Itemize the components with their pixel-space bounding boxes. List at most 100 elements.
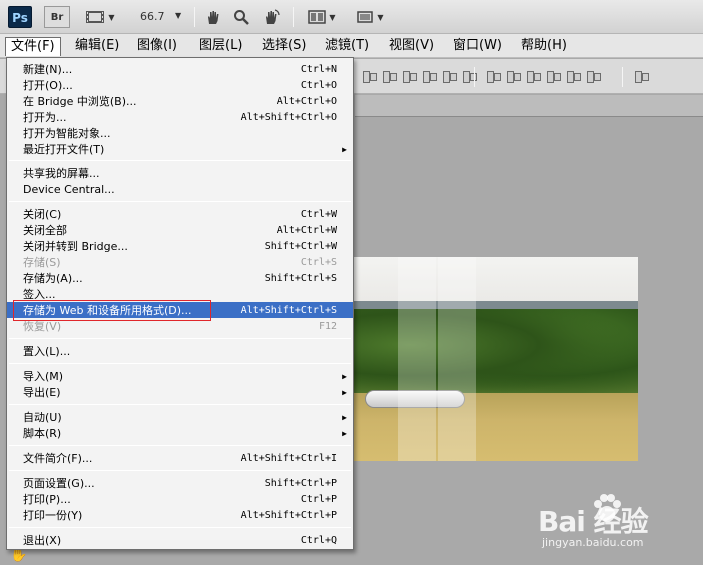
auto-align-group bbox=[634, 68, 649, 84]
menu-item-scripts[interactable]: 脚本(R) ▶ bbox=[7, 425, 353, 441]
menu-divider bbox=[9, 527, 351, 528]
menu-item-label: 打开为... bbox=[23, 111, 67, 124]
menu-window[interactable]: 窗口(W) bbox=[448, 37, 507, 56]
menu-item-print[interactable]: 打印(P)... Ctrl+P bbox=[7, 491, 353, 507]
menu-item-label: 置入(L)... bbox=[23, 345, 71, 358]
menu-item-print-one-copy[interactable]: 打印一份(Y) Alt+Shift+Ctrl+P bbox=[7, 507, 353, 523]
submenu-arrow-icon: ▶ bbox=[342, 371, 347, 381]
separator bbox=[194, 7, 195, 27]
menu-divider bbox=[9, 470, 351, 471]
menu-item-label: 恢复(V) bbox=[23, 320, 62, 333]
menu-item-label: 导入(M) bbox=[23, 370, 64, 383]
menu-item-shortcut: Alt+Shift+Ctrl+O bbox=[240, 111, 337, 123]
distribute-left-icon[interactable] bbox=[546, 68, 561, 84]
menu-divider bbox=[9, 445, 351, 446]
distribute-top-icon[interactable] bbox=[486, 68, 501, 84]
menu-item-label: 自动(U) bbox=[23, 411, 62, 424]
menu-item-label: 打印(P)... bbox=[23, 493, 71, 506]
menu-item-close-all[interactable]: 关闭全部 Alt+Ctrl+W bbox=[7, 222, 353, 238]
menu-item-label: 关闭全部 bbox=[23, 224, 67, 237]
align-vertical-center-icon[interactable] bbox=[382, 68, 397, 84]
menu-item-open-recent[interactable]: 最近打开文件(T) ▶ bbox=[7, 141, 353, 157]
distribute-right-icon[interactable] bbox=[586, 68, 601, 84]
align-top-icon[interactable] bbox=[362, 68, 377, 84]
distribute-group bbox=[486, 68, 601, 84]
zoom-level[interactable]: 66.7 bbox=[140, 10, 165, 23]
align-horizontal-center-icon[interactable] bbox=[442, 68, 457, 84]
menu-item-revert[interactable]: 恢复(V) F12 bbox=[7, 318, 353, 334]
menu-item-label: 文件简介(F)... bbox=[23, 452, 93, 465]
menu-item-open[interactable]: 打开(O)... Ctrl+O bbox=[7, 77, 353, 93]
menu-image[interactable]: 图像(I) bbox=[132, 37, 182, 56]
menu-item-label: 存储为 Web 和设备所用格式(D)... bbox=[23, 304, 192, 317]
menu-layer[interactable]: 图层(L) bbox=[194, 37, 247, 56]
canvas-image[interactable] bbox=[353, 257, 638, 461]
screen-mode-button[interactable]: ▼ bbox=[350, 6, 390, 28]
rotate-view-button[interactable] bbox=[258, 6, 284, 28]
menu-item-save[interactable]: 存储(S) Ctrl+S bbox=[7, 254, 353, 270]
distribute-vertical-center-icon[interactable] bbox=[506, 68, 521, 84]
distribute-horizontal-center-icon[interactable] bbox=[566, 68, 581, 84]
separator bbox=[622, 67, 623, 87]
separator bbox=[474, 67, 475, 87]
menu-item-device-central[interactable]: Device Central... bbox=[7, 181, 353, 197]
menu-item-exit[interactable]: 退出(X) Ctrl+Q bbox=[7, 532, 353, 548]
file-menu-dropdown: 新建(N)... Ctrl+N 打开(O)... Ctrl+O 在 Bridge 中… bbox=[6, 57, 354, 550]
chevron-down-icon[interactable]: ▼ bbox=[175, 11, 181, 20]
menu-select[interactable]: 选择(S) bbox=[257, 37, 311, 56]
menu-item-shortcut: Ctrl+O bbox=[300, 79, 337, 91]
guide-stripe bbox=[438, 257, 476, 461]
menu-item-shortcut: Shift+Ctrl+P bbox=[264, 477, 337, 489]
menu-item-page-setup[interactable]: 页面设置(G)... Shift+Ctrl+P bbox=[7, 475, 353, 491]
auto-align-layers-icon[interactable] bbox=[634, 68, 649, 84]
menu-item-shortcut: Alt+Shift+Ctrl+I bbox=[240, 452, 337, 464]
photoshop-logo[interactable]: Ps bbox=[8, 6, 32, 28]
menu-item-share-screen[interactable]: 共享我的屏幕... bbox=[7, 165, 353, 181]
menu-help[interactable]: 帮助(H) bbox=[516, 37, 572, 56]
zoom-tool-button[interactable] bbox=[230, 6, 252, 28]
menu-item-close[interactable]: 关闭(C) Ctrl+W bbox=[7, 206, 353, 222]
hand-icon bbox=[208, 11, 219, 24]
menu-item-label: 签入... bbox=[23, 288, 56, 301]
align-bottom-icon[interactable] bbox=[402, 68, 417, 84]
menu-item-automate[interactable]: 自动(U) ▶ bbox=[7, 409, 353, 425]
menu-item-import[interactable]: 导入(M) ▶ bbox=[7, 368, 353, 384]
submenu-arrow-icon: ▶ bbox=[342, 387, 347, 397]
view-extras-button[interactable]: ▼ bbox=[80, 6, 120, 28]
menu-item-shortcut: Ctrl+P bbox=[300, 493, 337, 505]
menu-item-shortcut: Shift+Ctrl+W bbox=[264, 240, 337, 252]
menu-item-save-as[interactable]: 存储为(A)... Shift+Ctrl+S bbox=[7, 270, 353, 286]
bridge-button[interactable]: Br bbox=[44, 6, 70, 28]
hand-tool-button[interactable] bbox=[202, 6, 224, 28]
menu-item-check-in[interactable]: 签入... bbox=[7, 286, 353, 302]
menu-item-export[interactable]: 导出(E) ▶ bbox=[7, 384, 353, 400]
menu-item-label: 存储(S) bbox=[23, 256, 61, 269]
menu-filter[interactable]: 滤镜(T) bbox=[320, 37, 374, 56]
menu-item-new[interactable]: 新建(N)... Ctrl+N bbox=[7, 61, 353, 77]
menu-divider bbox=[9, 338, 351, 339]
menu-item-open-as-smart-object[interactable]: 打开为智能对象... bbox=[7, 125, 353, 141]
menu-file[interactable]: 文件(F) bbox=[5, 37, 61, 56]
submenu-arrow-icon: ▶ bbox=[342, 144, 347, 154]
chevron-down-icon: ▼ bbox=[377, 12, 384, 22]
align-group bbox=[362, 68, 477, 84]
menu-item-label: 脚本(R) bbox=[23, 427, 62, 440]
menu-item-close-and-go-to-bridge[interactable]: 关闭并转到 Bridge... Shift+Ctrl+W bbox=[7, 238, 353, 254]
arrange-documents-button[interactable]: ▼ bbox=[302, 6, 342, 28]
menu-edit[interactable]: 编辑(E) bbox=[70, 37, 124, 56]
align-left-icon[interactable] bbox=[422, 68, 437, 84]
menu-item-shortcut: Shift+Ctrl+S bbox=[264, 272, 337, 284]
menu-item-place[interactable]: 置入(L)... bbox=[7, 343, 353, 359]
menu-bar: 文件(F) 编辑(E) 图像(I) 图层(L) 选择(S) 滤镜(T) 视图(V… bbox=[0, 34, 703, 58]
layout-icon bbox=[308, 10, 327, 24]
menu-item-browse-in-bridge[interactable]: 在 Bridge 中浏览(B)... Alt+Ctrl+O bbox=[7, 93, 353, 109]
menu-item-file-info[interactable]: 文件简介(F)... Alt+Shift+Ctrl+I bbox=[7, 450, 353, 466]
menu-divider bbox=[9, 160, 351, 161]
paw-icon bbox=[594, 494, 621, 522]
distribute-bottom-icon[interactable] bbox=[526, 68, 541, 84]
menu-item-save-for-web[interactable]: 存储为 Web 和设备所用格式(D)... Alt+Shift+Ctrl+S bbox=[7, 302, 353, 318]
forest bbox=[353, 309, 638, 399]
menu-item-open-as[interactable]: 打开为... Alt+Shift+Ctrl+O bbox=[7, 109, 353, 125]
menu-view[interactable]: 视图(V) bbox=[384, 37, 439, 56]
menu-divider bbox=[9, 363, 351, 364]
